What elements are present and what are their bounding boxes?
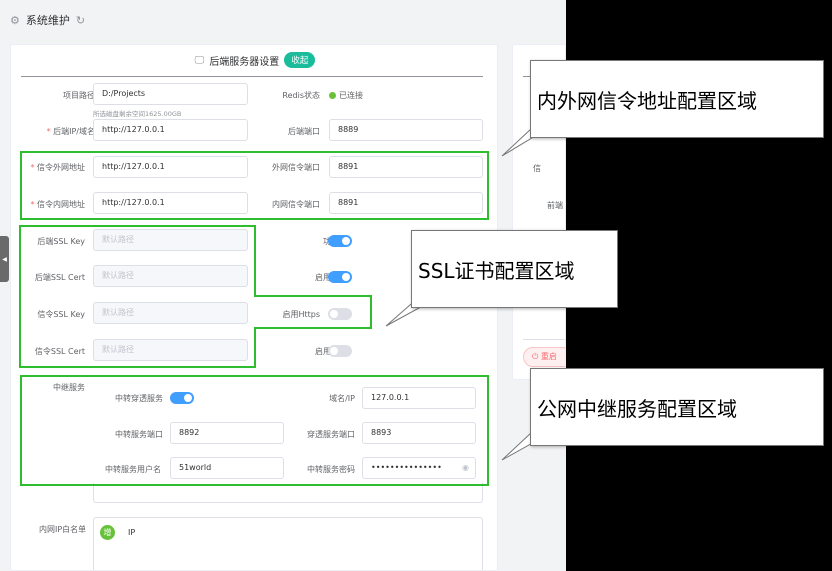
eye-icon[interactable]: ◉	[462, 463, 469, 472]
signal-external-port-input[interactable]: 8891	[329, 156, 483, 178]
relay-box-bottom	[93, 483, 483, 503]
side-label-b: 前端	[547, 201, 563, 210]
monitor-icon: 🖵	[194, 54, 205, 66]
backend-ip-label: * 后端IP/域名	[46, 127, 95, 136]
domain-ip-input[interactable]: 127.0.0.1	[362, 387, 476, 409]
divider	[523, 339, 565, 340]
relay-username-input[interactable]: 51world	[170, 457, 284, 479]
signal-callout: 内外网信令地址配置区域	[530, 60, 824, 138]
whitelist-ip-header: IP	[128, 528, 136, 537]
feature-ball-switch[interactable]	[328, 235, 352, 247]
https-switch[interactable]	[328, 308, 352, 320]
backend-ssl-cert-label: 后端SSL Cert	[34, 273, 85, 282]
project-path-label: 项目路径	[63, 91, 95, 100]
project-path-input[interactable]: D:/Projects	[93, 83, 248, 105]
restart-button[interactable]: ⏻ 重启	[523, 347, 565, 367]
panel-title: 后端服务器设置	[209, 56, 280, 68]
signal-internal-port-label: 内网信令端口	[272, 200, 320, 209]
relay-passthrough-label: 中转穿透服务	[115, 394, 163, 403]
relay-port-label: 中转服务端口	[115, 430, 163, 439]
side-label-a: 信	[533, 164, 541, 173]
signal-external-input[interactable]: http://127.0.0.1	[93, 156, 248, 178]
signal-internal-label: * 信令内网地址	[30, 200, 85, 209]
relay-port-input[interactable]: 8892	[170, 422, 284, 444]
backend-ssl-cert-input[interactable]: 默认路径	[93, 265, 248, 287]
redis-status-label: Redis状态	[282, 91, 320, 100]
collapse-button[interactable]: 收起	[284, 52, 316, 68]
signal-internal-port-input[interactable]: 8891	[329, 192, 483, 214]
https-label: 启用Https	[282, 310, 320, 319]
signal-ssl-cert-input[interactable]: 默认路径	[93, 339, 248, 361]
panel-header: 🖵 后端服务器设置 收起	[11, 45, 497, 75]
backend-ssl-key-label: 后端SSL Key	[37, 237, 85, 246]
status-dot	[329, 92, 336, 99]
pass-port-input[interactable]: 8893	[362, 422, 476, 444]
signal-external-port-label: 外网信令端口	[272, 163, 320, 172]
domain-ip-label: 域名/IP	[329, 394, 355, 403]
relay-passthrough-switch[interactable]	[170, 392, 194, 404]
whitelist-table	[93, 517, 483, 570]
add-whitelist-button[interactable]: 增	[100, 525, 115, 540]
relay-service-label: 中继服务	[53, 383, 85, 392]
backend-port-input[interactable]: 8889	[329, 119, 483, 141]
cross-domain-switch[interactable]	[328, 271, 352, 283]
page-title: 系统维护	[25, 14, 70, 27]
proxy-switch[interactable]	[328, 345, 352, 357]
signal-ssl-key-label: 信令SSL Key	[37, 310, 85, 319]
pass-port-label: 穿透服务端口	[307, 430, 355, 439]
ssl-callout: SSL证书配置区域	[411, 230, 618, 308]
topbar: ⚙ 系统维护 ↻	[0, 0, 566, 40]
power-icon: ⏻	[532, 352, 539, 361]
settings-icon: ⚙	[10, 13, 20, 27]
signal-internal-input[interactable]: http://127.0.0.1	[93, 192, 248, 214]
backend-port-label: 后端端口	[288, 127, 320, 136]
whitelist-label: 内网IP白名单	[39, 525, 87, 534]
relay-username-label: 中转服务用户名	[105, 465, 161, 474]
backend-ip-input[interactable]: http://127.0.0.1	[93, 119, 248, 141]
relay-password-input[interactable]: •••••••••••••••	[362, 457, 476, 479]
collapse-side-tab[interactable]: ◀	[0, 236, 9, 282]
signal-ssl-key-input[interactable]: 默认路径	[93, 302, 248, 324]
divider	[21, 76, 483, 77]
refresh-icon[interactable]: ↻	[76, 14, 85, 27]
relay-callout: 公网中继服务配置区域	[530, 368, 824, 446]
signal-external-label: * 信令外网地址	[30, 163, 85, 172]
redis-status: 已连接	[329, 90, 363, 101]
backend-ssl-key-input[interactable]: 默认路径	[93, 229, 248, 251]
disk-space-hint: 所选磁盘剩余空间1625.00GB	[93, 110, 182, 118]
signal-ssl-cert-label: 信令SSL Cert	[34, 347, 85, 356]
relay-password-label: 中转服务密码	[307, 465, 355, 474]
